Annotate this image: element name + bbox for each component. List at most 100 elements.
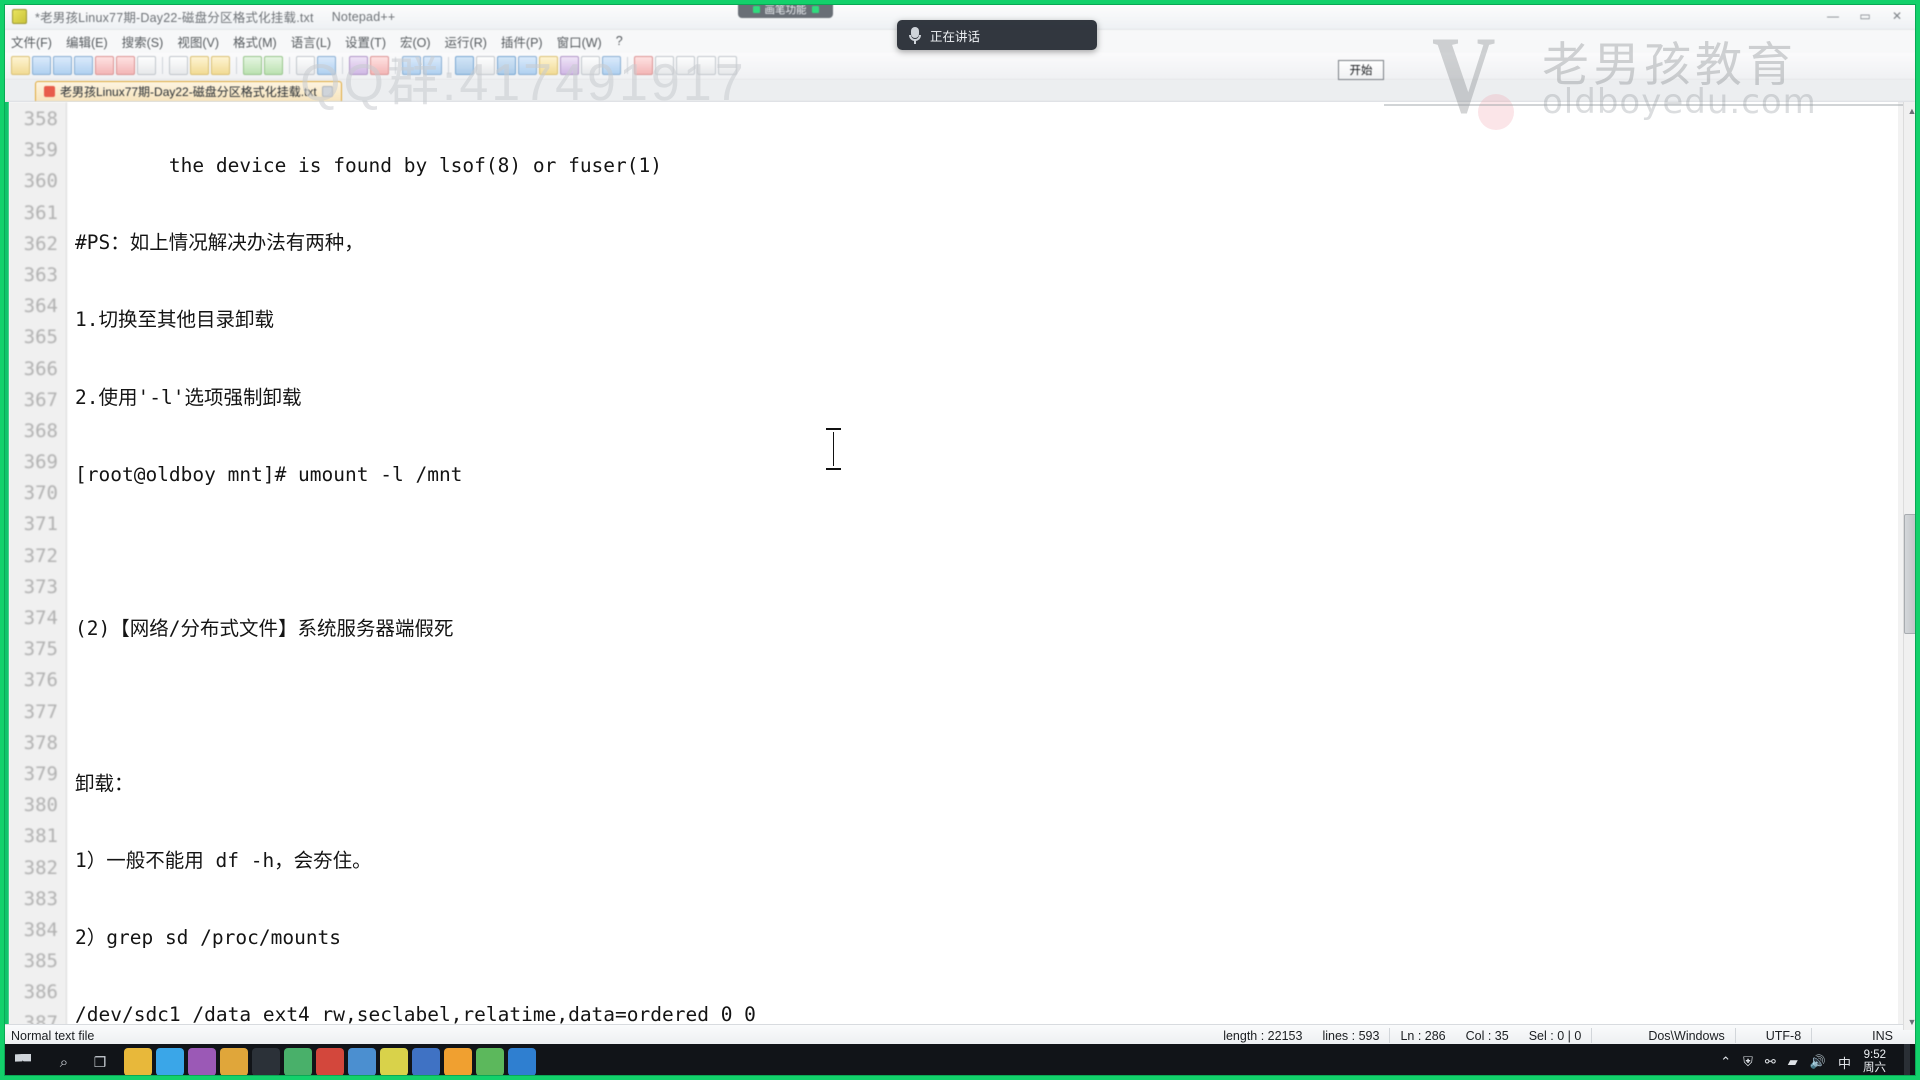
status-encoding: UTF-8 <box>1765 1028 1802 1043</box>
notepadpp-app[interactable] <box>444 1048 472 1076</box>
record-macro-icon[interactable] <box>634 56 653 75</box>
media-app[interactable] <box>188 1048 216 1076</box>
ime-icon[interactable]: 中 <box>1838 1053 1851 1072</box>
chat-app[interactable] <box>348 1048 376 1076</box>
code-line: 1）一般不能用 df -h，会夯住。 <box>75 848 372 872</box>
print-icon[interactable] <box>137 56 156 75</box>
line-number: 371 <box>23 513 58 536</box>
scroll-down-icon[interactable]: ▼ <box>1904 1013 1920 1030</box>
menu-file[interactable]: 文件(F) <box>11 32 52 51</box>
text-editor[interactable]: 358 359 360 361 362 363 364 365 366 367 … <box>5 102 1898 1030</box>
show-all-chars-icon[interactable] <box>476 56 495 75</box>
maximize-button[interactable]: ▭ <box>1850 6 1880 26</box>
menu-settings[interactable]: 设置(T) <box>345 32 386 51</box>
annotation-tool-pill[interactable]: 画笔功能 <box>738 0 833 18</box>
code-line: 卸载： <box>75 771 134 795</box>
folder-workspace-icon[interactable] <box>581 56 600 75</box>
line-number: 360 <box>23 170 58 193</box>
status-col: Col : 35 <box>1465 1028 1509 1043</box>
minimize-button[interactable]: — <box>1818 6 1848 26</box>
docs-app[interactable] <box>412 1048 440 1076</box>
indent-guide-icon[interactable] <box>497 56 516 75</box>
browser-app[interactable] <box>156 1048 184 1076</box>
open-file-icon[interactable] <box>32 56 51 75</box>
shield-icon[interactable]: ⛨ <box>1743 1054 1753 1070</box>
file-explorer-app[interactable] <box>124 1048 152 1076</box>
stop-macro-icon[interactable] <box>655 56 674 75</box>
menu-language[interactable]: 语言(L) <box>291 32 331 51</box>
volume-icon[interactable]: 🔊 <box>1810 1054 1826 1070</box>
eraser-icon <box>811 5 819 13</box>
code-line: the device is found by lsof(8) or fuser(… <box>75 154 662 177</box>
scroll-up-icon[interactable]: ▲ <box>1904 102 1920 119</box>
zoom-out-icon[interactable] <box>370 56 389 75</box>
save-icon[interactable] <box>53 56 72 75</box>
editor-app[interactable] <box>476 1048 504 1076</box>
function-list-icon[interactable] <box>560 56 579 75</box>
word-wrap-icon[interactable] <box>455 56 474 75</box>
line-number: 358 <box>23 108 58 130</box>
menu-edit[interactable]: 编辑(E) <box>66 32 108 51</box>
line-number: 361 <box>23 201 58 224</box>
menu-run[interactable]: 运行(R) <box>445 32 487 51</box>
new-file-icon[interactable] <box>11 56 30 75</box>
replace-icon[interactable] <box>317 56 336 75</box>
chevron-up-icon[interactable]: ⌃ <box>1720 1054 1731 1070</box>
line-number: 383 <box>23 887 58 910</box>
vertical-scrollbar[interactable]: ▲ ▼ <box>1903 102 1920 1030</box>
pdf-app[interactable] <box>316 1048 344 1076</box>
document-tab[interactable]: 老男孩Linux77期-Day22-磁盘分区格式化挂载.txt <box>35 81 342 101</box>
show-desktop-button[interactable] <box>1904 1044 1910 1080</box>
usb-icon[interactable]: ⚯ <box>1765 1054 1776 1070</box>
cut-icon[interactable] <box>169 56 188 75</box>
menu-window[interactable]: 窗口(W) <box>557 32 602 51</box>
status-bar: Normal text file length : 22153 lines : … <box>5 1024 1915 1046</box>
line-number-gutter: 358 359 360 361 362 363 364 365 366 367 … <box>9 102 67 1030</box>
close-all-icon[interactable] <box>116 56 135 75</box>
menu-search[interactable]: 搜索(S) <box>122 32 164 51</box>
folder-app[interactable] <box>220 1048 248 1076</box>
line-number: 359 <box>23 139 58 162</box>
windows-start-icon[interactable] <box>0 1044 46 1080</box>
scrollbar-thumb[interactable] <box>1904 514 1919 634</box>
start-recording-button[interactable]: 开始 <box>1338 60 1384 80</box>
code-content[interactable]: the device is found by lsof(8) or fuser(… <box>67 102 1898 1030</box>
line-number: 369 <box>23 451 58 474</box>
task-view-icon[interactable]: ❐ <box>82 1044 118 1080</box>
paste-icon[interactable] <box>211 56 230 75</box>
copy-icon[interactable] <box>190 56 209 75</box>
redo-icon[interactable] <box>264 56 283 75</box>
notes-app[interactable] <box>380 1048 408 1076</box>
terminal-app[interactable] <box>252 1048 280 1076</box>
microphone-icon <box>909 26 921 44</box>
close-button[interactable]: ✕ <box>1882 6 1912 26</box>
save-all-icon[interactable] <box>74 56 93 75</box>
menu-plugins[interactable]: 插件(P) <box>501 32 543 51</box>
undo-icon[interactable] <box>243 56 262 75</box>
playback-macro-icon[interactable] <box>676 56 695 75</box>
run-macro-multiple-icon[interactable] <box>697 56 716 75</box>
monitor-icon[interactable] <box>602 56 621 75</box>
image-app[interactable] <box>284 1048 312 1076</box>
sync-horizontal-icon[interactable] <box>423 56 442 75</box>
menu-macro[interactable]: 宏(O) <box>400 32 431 51</box>
zoom-in-icon[interactable] <box>349 56 368 75</box>
speaking-indicator[interactable]: 正在讲话 <box>897 20 1097 50</box>
find-icon[interactable] <box>296 56 315 75</box>
menu-view[interactable]: 视图(V) <box>177 32 219 51</box>
close-icon[interactable] <box>321 86 333 97</box>
menu-format[interactable]: 格式(M) <box>233 32 277 51</box>
doc-map-icon[interactable] <box>539 56 558 75</box>
sync-vertical-icon[interactable] <box>402 56 421 75</box>
mail-app[interactable] <box>508 1048 536 1076</box>
menu-help[interactable]: ? <box>616 34 623 48</box>
search-icon[interactable]: ⌕ <box>46 1044 82 1080</box>
network-icon[interactable]: ▰ <box>1788 1054 1798 1070</box>
save-macro-icon[interactable] <box>718 56 737 75</box>
user-defined-lang-icon[interactable] <box>518 56 537 75</box>
notepad-plus-plus-icon <box>12 9 27 24</box>
taskbar-clock[interactable]: 9:52 周六 <box>1863 1049 1886 1075</box>
line-number: 380 <box>23 794 58 817</box>
close-file-icon[interactable] <box>95 56 114 75</box>
watermark-rule <box>1384 104 1904 106</box>
